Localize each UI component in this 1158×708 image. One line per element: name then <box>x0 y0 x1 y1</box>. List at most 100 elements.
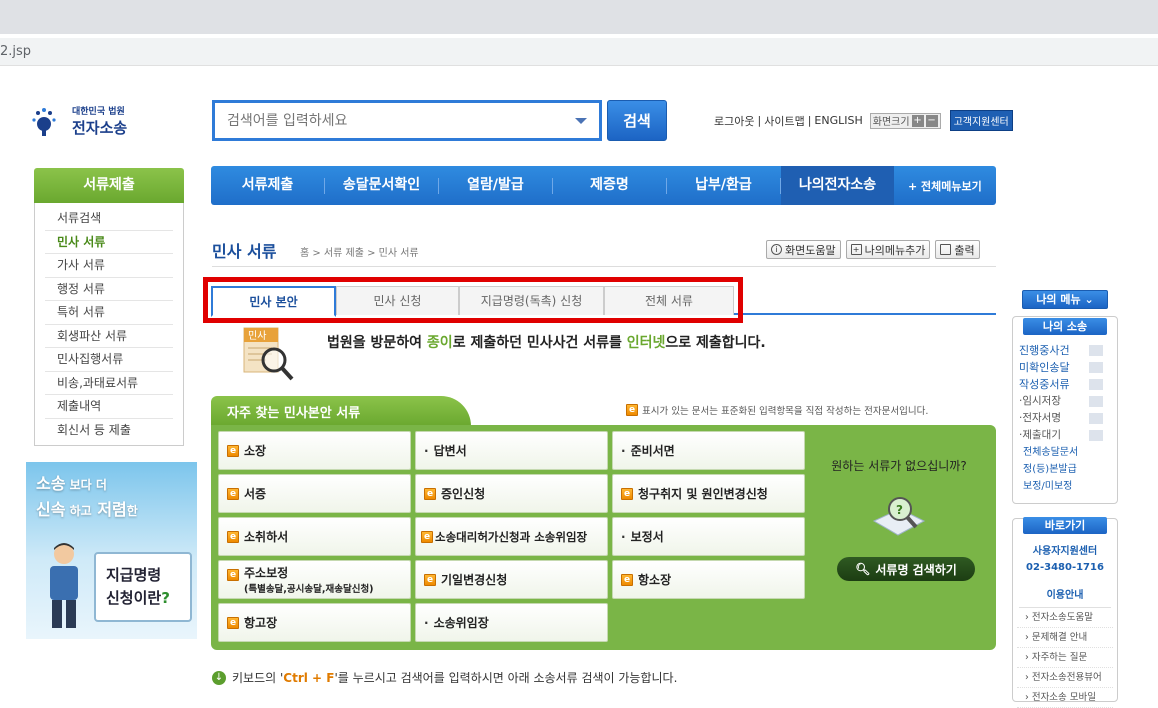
bookmark-icon: + <box>850 244 862 255</box>
doc-address-correction[interactable]: e 주소보정 (특별송달,공시송달,재송달신청) <box>218 560 411 599</box>
nav-item-payment[interactable]: 납부/환급 <box>667 166 780 205</box>
sidebar-item-admin[interactable]: 행정 서류 <box>45 278 173 301</box>
zoom-label: 화면크기 <box>872 117 910 128</box>
page-tools: i 화면도움말 + 나의메뉴추가 출력 <box>766 240 980 259</box>
link-viewer[interactable]: › 전자소송전용뷰어 <box>1017 668 1113 688</box>
all-menu-link[interactable]: + 전체메뉴보기 <box>894 178 982 194</box>
sidebar-item-search[interactable]: 서류검색 <box>45 207 173 231</box>
sidebar-item-reply[interactable]: 회신서 등 제출 <box>45 419 173 443</box>
search-box[interactable] <box>212 100 602 141</box>
logo-title: 전자소송 <box>72 119 128 137</box>
print-button[interactable]: 출력 <box>935 240 980 259</box>
e-document-icon: e <box>626 404 638 416</box>
nav-item-submit[interactable]: 서류제출 <box>211 166 324 205</box>
link-faq[interactable]: › 자주하는 질문 <box>1017 648 1113 668</box>
sidebar-item-enforcement[interactable]: 민사집행서류 <box>45 348 173 372</box>
sidebar-item-history[interactable]: 제출내역 <box>45 395 173 419</box>
help-button[interactable]: i 화면도움말 <box>766 240 841 259</box>
sitemap-link[interactable]: 사이트맵 <box>764 113 804 129</box>
my-case-title: 나의 소송 <box>1023 318 1107 335</box>
nav-item-view[interactable]: 열람/발급 <box>439 166 552 205</box>
link-all-delivery[interactable]: 전체송달문서 <box>1013 444 1117 461</box>
e-document-icon: e <box>621 573 633 586</box>
document-search-pane: 원하는 서류가 없으십니까? ? 🔍︎ 서류명 검색하기 <box>808 431 990 644</box>
page-title: 민사 서류 <box>212 242 277 261</box>
browser-tab-strip <box>0 0 1158 34</box>
doc-date-change[interactable]: e 기일변경신청 <box>415 560 608 599</box>
doc-correction[interactable]: · 보정서 <box>612 517 805 556</box>
support-center-label: 사용자지원센터 <box>1032 546 1098 557</box>
sidebar-menu: 서류검색 민사 서류 가사 서류 행정 서류 특허 서류 회생파산 서류 민사집… <box>34 203 184 446</box>
doc-complaint[interactable]: e 소장 <box>218 431 411 470</box>
chevron-down-icon[interactable] <box>575 118 587 124</box>
doc-answer[interactable]: · 답변서 <box>415 431 608 470</box>
link-mobile[interactable]: › 전자소송 모바일 <box>1017 688 1113 708</box>
sidebar-item-patent[interactable]: 특허 서류 <box>45 301 173 325</box>
frequent-documents-panel: e 소장 · 답변서 · 준비서면 e 서증 e 증인신청 e 청구취지 및 원인변경신청 … <box>211 425 996 650</box>
link-correction[interactable]: 보정/미보정 <box>1013 478 1117 495</box>
e-document-icon: e <box>421 530 433 543</box>
svg-text:민사: 민사 <box>248 330 266 342</box>
doc-claim-change[interactable]: e 청구취지 및 원인변경신청 <box>612 474 805 513</box>
sidebar-item-family[interactable]: 가사 서류 <box>45 254 173 278</box>
support-center-button[interactable]: 고객지원센터 <box>949 110 1013 131</box>
document-name-search-button[interactable]: 🔍︎ 서류명 검색하기 <box>837 557 975 581</box>
doc-brief[interactable]: · 준비서면 <box>612 431 805 470</box>
payment-order-banner[interactable]: 소송 보다 더 신속 하고 저렴한 지급명령 신청이란? <box>26 462 197 639</box>
shortcut-box: 바로가기 사용자지원센터 02-3480-1716 이용안내 › 전자소송도움말 … <box>1012 517 1118 708</box>
e-document-icon: e <box>227 530 239 543</box>
intro-text: 법원을 방문하여 종이로 제출하던 민사사건 서류를 인터넷으로 제출합니다. <box>327 335 766 351</box>
sidebar-item-civil[interactable]: 민사 서류 <box>45 231 173 254</box>
e-document-icon: e <box>227 444 239 457</box>
highlight-box <box>203 277 743 323</box>
link-pending-submission[interactable]: ·제출대기 <box>1013 427 1117 444</box>
logout-link[interactable]: 로그아웃 <box>714 113 754 129</box>
svg-text:?: ? <box>896 503 903 517</box>
doc-withdrawal[interactable]: e 소취하서 <box>218 517 411 556</box>
address-bar[interactable]: 2.jsp <box>0 38 1158 66</box>
electronic-doc-note: e 표시가 있는 문서는 표준화된 입력항목을 직접 작성하는 전자문서입니다. <box>626 403 928 417</box>
arrow-down-icon: ↓ <box>212 670 226 685</box>
nav-item-certificate[interactable]: 제증명 <box>553 166 666 205</box>
zoom-in-button[interactable]: + <box>911 114 924 127</box>
search-button[interactable]: 검색 <box>607 100 667 141</box>
search-input[interactable] <box>215 103 555 138</box>
civil-document-magnifier-icon: 민사 <box>243 327 294 381</box>
utility-links: 로그아웃 | 사이트맵 | ENGLISH 화면크기 + − 고객지원센터 <box>714 110 1013 131</box>
support-phone: 02-3480-1716 <box>1026 562 1104 573</box>
link-ongoing-cases[interactable]: 진행중사건 <box>1013 342 1117 359</box>
zoom-out-button[interactable]: − <box>925 114 938 127</box>
doc-evidence[interactable]: e 서증 <box>218 474 411 513</box>
doc-power-of-attorney[interactable]: · 소송위임장 <box>415 603 608 642</box>
breadcrumb: 홈 > 서류 제출 > 민사 서류 <box>300 248 419 259</box>
english-link[interactable]: ENGLISH <box>814 114 862 127</box>
link-unconfirmed-delivery[interactable]: 미확인송달 <box>1013 359 1117 376</box>
add-my-menu-button[interactable]: + 나의메뉴추가 <box>845 240 931 259</box>
link-temp-save[interactable]: ·임시저장 <box>1013 393 1117 410</box>
e-document-icon: e <box>424 573 436 586</box>
sidebar-item-bankruptcy[interactable]: 회생파산 서류 <box>45 325 173 348</box>
sidebar-title: 서류제출 <box>34 168 184 203</box>
my-case-box: 나의 소송 진행중사건 미확인송달 작성중서류 ·임시저장 ·전자서명 ·제출대… <box>1012 316 1118 504</box>
link-e-signature[interactable]: ·전자서명 <box>1013 410 1117 427</box>
e-document-icon: e <box>227 569 239 581</box>
shortcut-title: 바로가기 <box>1023 517 1107 534</box>
sidebar-item-non-contentious[interactable]: 비송,과태료서류 <box>45 372 173 395</box>
link-help[interactable]: › 전자소송도움말 <box>1017 608 1113 628</box>
missing-document-question: 원하는 서류가 없으십니까? <box>831 459 967 473</box>
court-emblem-icon <box>32 108 56 136</box>
doc-witness[interactable]: e 증인신청 <box>415 474 608 513</box>
my-menu-button[interactable]: 나의 메뉴 ⌄ <box>1022 290 1108 309</box>
logo-subtitle: 대한민국 법원 <box>72 107 125 117</box>
nav-item-delivery[interactable]: 송달문서확인 <box>325 166 438 205</box>
printer-icon <box>940 244 952 255</box>
e-document-icon: e <box>424 487 436 500</box>
doc-appeal[interactable]: e 항소장 <box>612 560 805 599</box>
link-troubleshoot[interactable]: › 문제해결 안내 <box>1017 628 1113 648</box>
doc-complaint-appeal[interactable]: e 항고장 <box>218 603 411 642</box>
doc-agent-permission[interactable]: e 소송대리허가신청과 소송위임장 <box>415 517 608 556</box>
link-drafts[interactable]: 작성중서류 <box>1013 376 1117 393</box>
nav-item-my-case[interactable]: 나의전자소송 <box>781 166 894 205</box>
link-copy-issue[interactable]: 정(등)본발급 <box>1013 461 1117 478</box>
keyboard-search-hint: ↓ 키보드의 'Ctrl + F'를 누르시고 검색어를 입력하시면 아래 소송서… <box>212 669 677 686</box>
